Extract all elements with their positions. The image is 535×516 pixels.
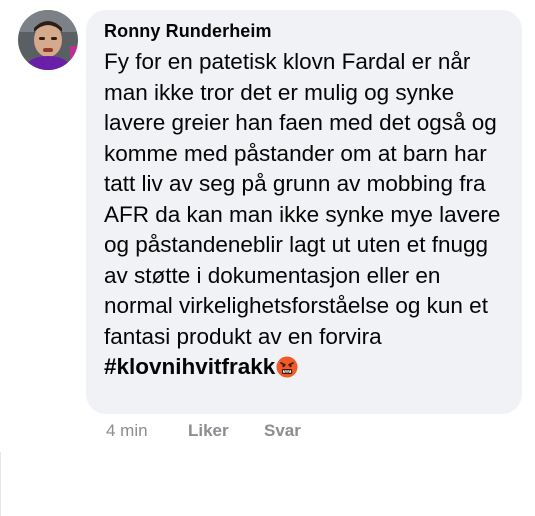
hashtag-link[interactable]: #klovnihvitfrakk (104, 354, 275, 379)
comment-bubble: Ronny Runderheim Fy for en patetisk klov… (86, 10, 522, 414)
like-button[interactable]: Liker (188, 420, 264, 442)
comment-timestamp[interactable]: 4 min (106, 420, 188, 442)
comment-body: Fy for en patetisk klovn Fardal er når m… (104, 49, 501, 349)
comment-text: Fy for en patetisk klovn Fardal er når m… (104, 47, 508, 387)
avatar[interactable] (18, 10, 78, 70)
comment-author[interactable]: Ronny Runderheim (104, 20, 508, 42)
reply-button[interactable]: Svar (264, 420, 301, 442)
avatar-photo (18, 10, 78, 70)
comment-actions: 4 min Liker Svar (106, 420, 301, 442)
thread-divider (0, 452, 1, 516)
angry-face-with-symbols-icon (276, 356, 298, 387)
